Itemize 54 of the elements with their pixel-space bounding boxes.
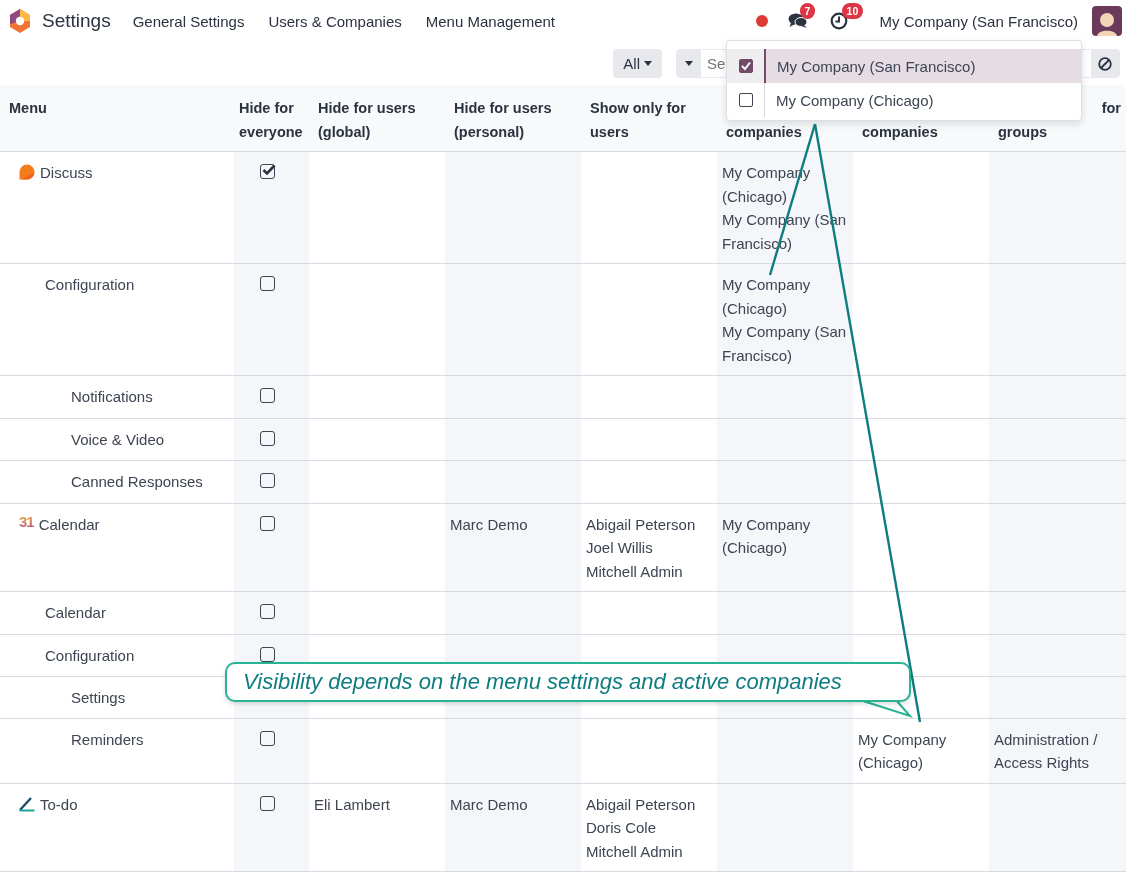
checkbox[interactable] bbox=[260, 473, 275, 488]
column-header: Hide for users (global) bbox=[309, 85, 445, 152]
menu-name[interactable]: Notifications bbox=[71, 385, 153, 409]
app-logo-icon bbox=[8, 8, 32, 34]
checkbox[interactable] bbox=[260, 730, 275, 746]
checkbox[interactable] bbox=[260, 795, 275, 811]
user-name: Eli Lambert bbox=[314, 794, 391, 815]
count-badge: 7 bbox=[799, 3, 816, 19]
checkbox[interactable] bbox=[260, 646, 275, 662]
user-name: Marc Demo bbox=[450, 794, 529, 815]
menu-name[interactable]: Reminders bbox=[71, 727, 144, 751]
checkbox[interactable] bbox=[260, 276, 275, 291]
user-name: Abigail Peterson bbox=[586, 514, 697, 535]
group-name: Administration / Access Rights bbox=[994, 729, 1099, 773]
menu-name[interactable]: Calendar bbox=[38, 512, 100, 536]
company-name: My Company (San Francisco) bbox=[722, 322, 848, 366]
user-name: Abigail Peterson bbox=[586, 794, 697, 815]
nav-menu-item[interactable]: General Settings bbox=[132, 12, 245, 30]
menu-name[interactable]: Configuration bbox=[45, 643, 135, 667]
menu-name[interactable]: To-do bbox=[40, 792, 78, 816]
nav-menu-item[interactable]: Users & Companies bbox=[268, 12, 402, 30]
pencil-icon bbox=[19, 795, 35, 812]
menu-name[interactable]: Settings bbox=[71, 686, 126, 710]
menu-name[interactable]: Configuration bbox=[45, 273, 135, 297]
app-title[interactable]: Settings bbox=[42, 10, 111, 32]
menu-name[interactable]: Calendar bbox=[45, 601, 106, 625]
checkbox[interactable] bbox=[260, 388, 275, 403]
company-name: My Company (Chicago) bbox=[722, 275, 812, 319]
checkbox[interactable] bbox=[260, 604, 275, 619]
column-header: Menu bbox=[0, 85, 234, 152]
checkbox[interactable] bbox=[260, 164, 275, 179]
company-switcher[interactable]: My Company (San Francisco) bbox=[879, 12, 1078, 30]
user-name: Marc Demo bbox=[450, 514, 529, 535]
user-name: Joel Willis bbox=[586, 538, 654, 558]
user-avatar[interactable] bbox=[1092, 6, 1122, 36]
speech-bubble-icon bbox=[19, 164, 35, 180]
status-dot[interactable] bbox=[755, 15, 768, 27]
user-name: Doris Cole bbox=[586, 818, 658, 838]
user-name: Mitchell Admin bbox=[586, 841, 684, 862]
company-name: My Company (Chicago) bbox=[722, 514, 812, 558]
menu-name[interactable]: Discuss bbox=[40, 161, 93, 185]
checkbox[interactable] bbox=[260, 430, 275, 446]
company-name: My Company (Chicago) bbox=[858, 729, 948, 773]
column-header: Show only for users bbox=[581, 85, 717, 152]
menu-name[interactable]: Canned Responses bbox=[71, 470, 203, 494]
nav-menu-item[interactable]: Menu Management bbox=[425, 12, 556, 30]
menu-name[interactable]: Voice & Video bbox=[71, 427, 165, 451]
activities-button[interactable] bbox=[829, 12, 848, 30]
user-name: Mitchell Admin bbox=[586, 561, 684, 582]
clock-icon bbox=[829, 12, 848, 30]
checkbox[interactable] bbox=[260, 515, 275, 531]
count-badge: 10 bbox=[841, 3, 864, 19]
checkbox[interactable] bbox=[738, 93, 753, 107]
filter-dropdown-button[interactable]: All bbox=[613, 49, 662, 78]
